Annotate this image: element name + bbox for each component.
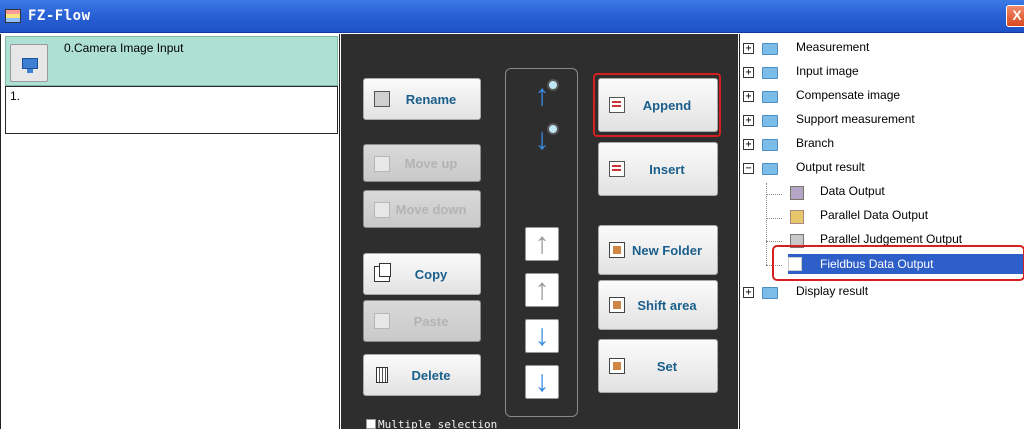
- fieldbus-highlight: [772, 245, 1024, 281]
- multiple-selection-label: Multiple selection: [378, 418, 498, 429]
- magnifier-icon: [547, 79, 559, 91]
- copy-button[interactable]: Copy: [363, 253, 481, 295]
- move-down-button[interactable]: Move down: [363, 190, 481, 228]
- append-highlight: [593, 73, 721, 137]
- tree-node-label: Data Output: [820, 184, 885, 198]
- folder-icon: [762, 115, 778, 127]
- expand-icon[interactable]: +: [743, 43, 754, 54]
- flow-item-thumbnail: [10, 44, 48, 82]
- tree-node-label: Input image: [796, 64, 859, 78]
- move-down-label: Move down: [395, 202, 467, 217]
- delete-label: Delete: [411, 368, 451, 383]
- tree-node-label: Compensate image: [796, 88, 901, 102]
- new-folder-button[interactable]: New Folder: [598, 225, 718, 275]
- move-up-label: Move up: [404, 156, 458, 171]
- multiple-selection-checkbox[interactable]: Multiple selection: [366, 418, 497, 429]
- tree-node-display-result[interactable]: + Display result: [740, 284, 1024, 302]
- flow-item-label: 1.: [10, 89, 21, 103]
- flow-item-label: 0.Camera Image Input: [64, 41, 184, 55]
- app-icon: [5, 9, 21, 23]
- camera-icon: [22, 58, 38, 73]
- parallel-data-output-icon: [790, 210, 804, 224]
- tree-node-label: Parallel Data Output: [820, 208, 929, 222]
- move-item-up-button[interactable]: ↑: [525, 79, 559, 113]
- tree-node-label: Output result: [796, 160, 865, 174]
- set-label: Set: [656, 359, 678, 374]
- folder-icon: [762, 67, 778, 79]
- magnifier-icon: [547, 123, 559, 135]
- tree-leaf-parallel-data-output[interactable]: Parallel Data Output: [740, 208, 1024, 226]
- expand-icon[interactable]: +: [743, 115, 754, 126]
- folder-icon: [762, 91, 778, 103]
- arrow-top-icon: ↑: [534, 227, 550, 260]
- folder-icon: [762, 163, 778, 175]
- delete-button[interactable]: Delete: [363, 354, 481, 396]
- expand-icon[interactable]: +: [743, 91, 754, 102]
- collapse-icon[interactable]: −: [743, 163, 754, 174]
- checkbox-icon[interactable]: [366, 419, 376, 429]
- expand-icon[interactable]: +: [743, 287, 754, 298]
- expand-icon[interactable]: +: [743, 139, 754, 150]
- paste-button[interactable]: Paste: [363, 300, 481, 342]
- item-tree[interactable]: + Measurement + Input image + Compensate…: [739, 34, 1024, 429]
- edit-panel: Rename Move up Move down Copy Paste Dele…: [341, 34, 738, 429]
- folder-icon: [762, 43, 778, 55]
- shift-area-label: Shift area: [637, 298, 697, 313]
- set-button[interactable]: Set: [598, 339, 718, 393]
- rename-label: Rename: [405, 92, 457, 107]
- expand-icon[interactable]: +: [743, 67, 754, 78]
- tree-node-compensate-image[interactable]: + Compensate image: [740, 88, 1024, 106]
- move-up-arrow-button[interactable]: ↑: [525, 273, 559, 307]
- move-item-down-button[interactable]: ↓: [525, 123, 559, 157]
- paste-label: Paste: [413, 314, 449, 329]
- tree-node-output-result[interactable]: − Output result: [740, 160, 1024, 178]
- close-button[interactable]: X: [1006, 5, 1024, 27]
- tree-node-branch[interactable]: + Branch: [740, 136, 1024, 154]
- arrow-column: ↑ ↓ ↑ ↑ ↓ ↓: [505, 68, 578, 417]
- flow-item-empty[interactable]: 1.: [5, 86, 338, 134]
- tree-node-label: Branch: [796, 136, 835, 150]
- tree-node-label: Measurement: [796, 40, 870, 54]
- rename-button[interactable]: Rename: [363, 78, 481, 120]
- insert-label: Insert: [649, 162, 685, 177]
- move-to-top-button[interactable]: ↑: [525, 227, 559, 261]
- flow-list[interactable]: 0.Camera Image Input 1.: [0, 34, 340, 429]
- flow-item-camera-image-input[interactable]: 0.Camera Image Input: [5, 36, 338, 86]
- tree-node-measurement[interactable]: + Measurement: [740, 40, 1024, 58]
- window-title: FZ-Flow: [28, 8, 91, 24]
- arrow-down-icon: ↓: [534, 319, 550, 352]
- tree-node-label: Support measurement: [796, 112, 915, 126]
- tree-node-input-image[interactable]: + Input image: [740, 64, 1024, 82]
- shift-area-button[interactable]: Shift area: [598, 280, 718, 330]
- folder-icon: [762, 287, 778, 299]
- insert-button[interactable]: Insert: [598, 142, 718, 196]
- folder-icon: [762, 139, 778, 151]
- tree-node-label: Display result: [796, 284, 869, 298]
- new-folder-label: New Folder: [631, 243, 703, 258]
- title-bar: FZ-Flow X: [0, 0, 1024, 33]
- arrow-up-icon: ↑: [534, 273, 550, 306]
- copy-label: Copy: [414, 267, 448, 282]
- tree-leaf-data-output[interactable]: Data Output: [740, 184, 1024, 202]
- move-down-arrow-button[interactable]: ↓: [525, 319, 559, 353]
- arrow-bottom-icon: ↓: [534, 365, 550, 398]
- tree-node-label: Parallel Judgement Output: [820, 232, 963, 246]
- move-up-button[interactable]: Move up: [363, 144, 481, 182]
- move-to-bottom-button[interactable]: ↓: [525, 365, 559, 399]
- tree-node-support-measurement[interactable]: + Support measurement: [740, 112, 1024, 130]
- data-output-icon: [790, 186, 804, 200]
